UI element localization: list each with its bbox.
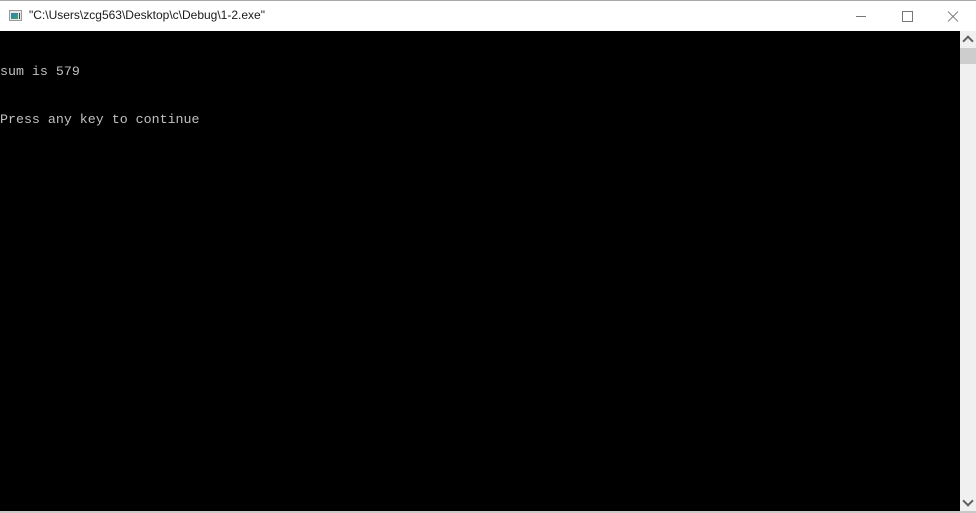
close-icon <box>947 11 959 23</box>
console-app-icon[interactable] <box>9 10 22 21</box>
scroll-down-button[interactable] <box>960 495 976 511</box>
window-title: "C:\Users\zcg563\Desktop\c\Debug\1-2.exe… <box>29 8 265 22</box>
title-bar[interactable]: "C:\Users\zcg563\Desktop\c\Debug\1-2.exe… <box>0 1 976 31</box>
console-output[interactable]: sum is 579 Press any key to continue <box>0 31 960 511</box>
console-line: Press any key to continue <box>0 112 200 127</box>
minimize-icon <box>856 16 866 17</box>
maximize-button[interactable] <box>884 2 930 31</box>
maximize-icon <box>901 11 913 22</box>
chevron-down-icon <box>962 495 974 507</box>
vertical-scrollbar[interactable] <box>960 31 976 511</box>
scroll-up-button[interactable] <box>960 31 976 47</box>
close-button[interactable] <box>930 2 976 31</box>
scroll-thumb[interactable] <box>960 48 976 64</box>
minimize-button[interactable] <box>838 2 884 31</box>
console-line: sum is 579 <box>0 64 80 79</box>
chevron-up-icon <box>962 35 974 47</box>
